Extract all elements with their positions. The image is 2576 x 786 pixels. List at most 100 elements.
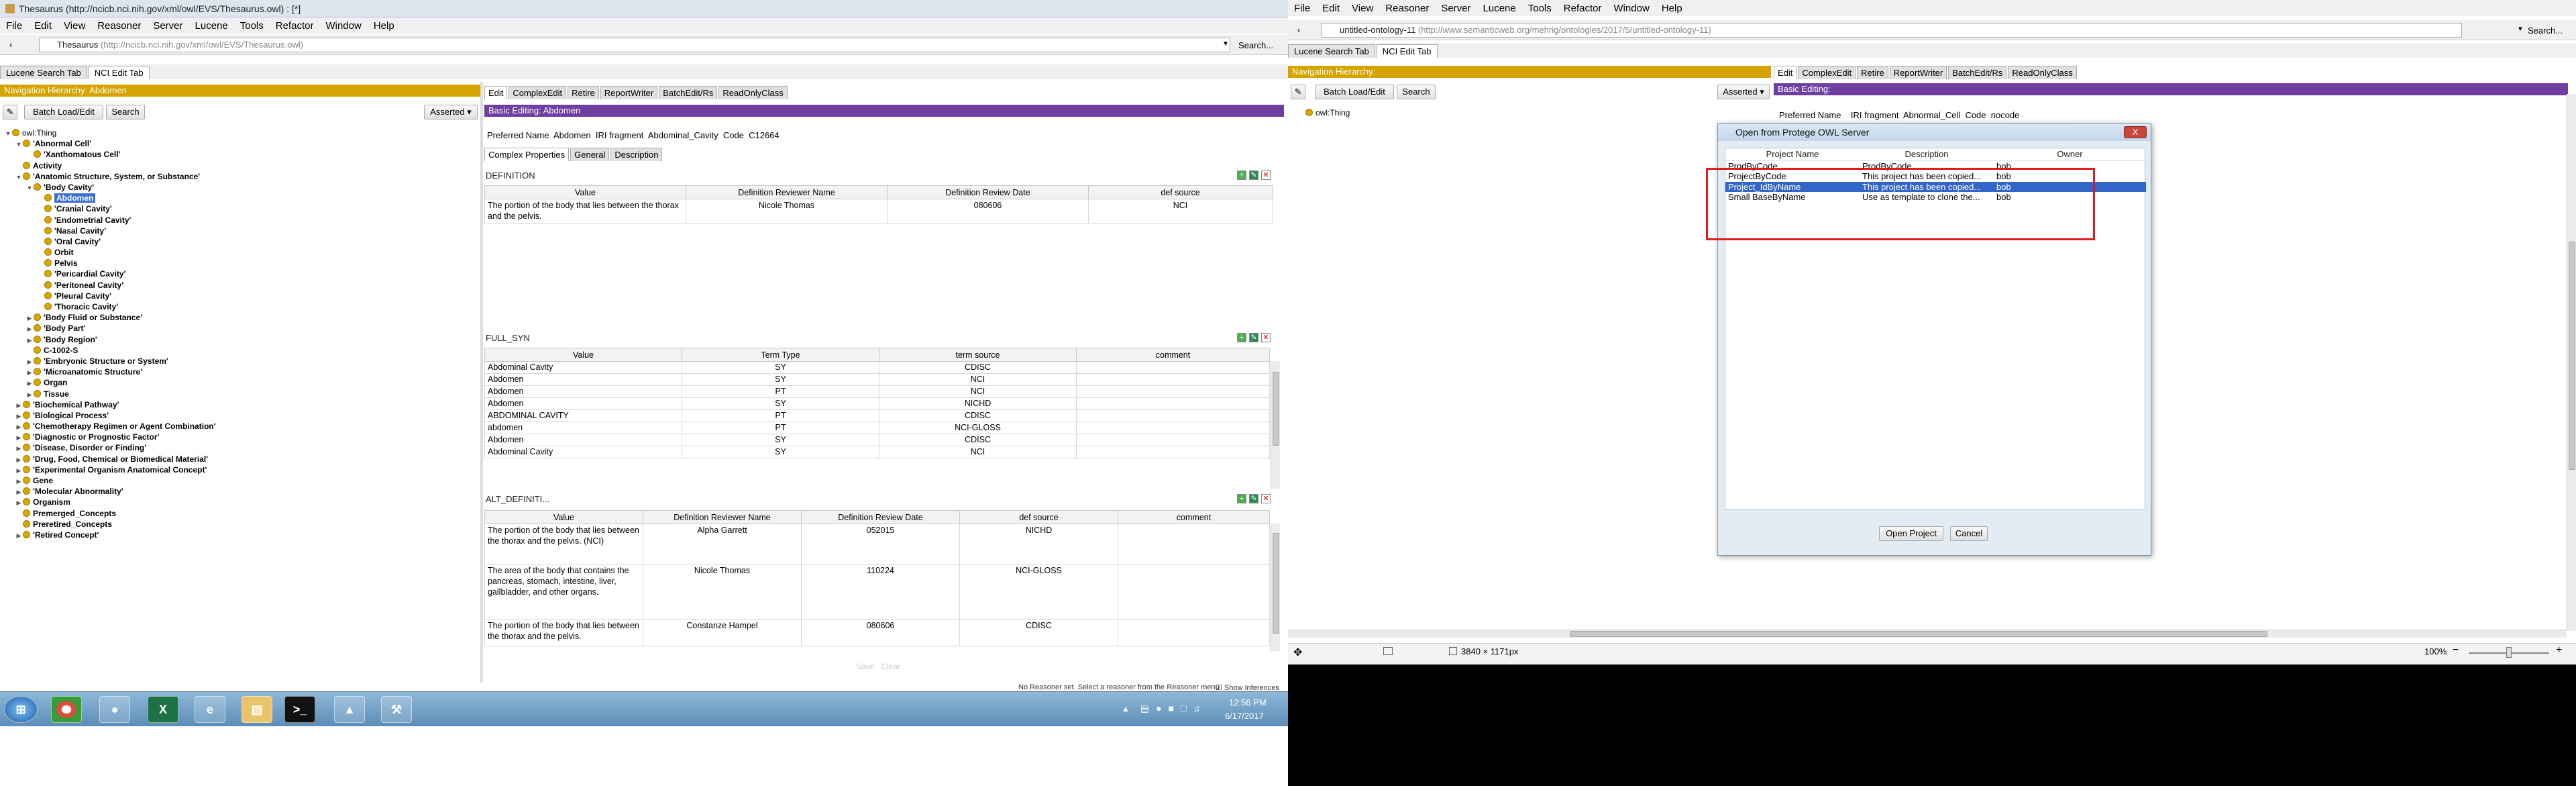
menu-tools[interactable]: Tools <box>1522 3 1558 14</box>
menu-refactor[interactable]: Refactor <box>270 20 320 32</box>
menu-help[interactable]: Help <box>368 20 400 32</box>
delete-icon[interactable]: ✕ <box>1261 494 1271 503</box>
menu-edit[interactable]: Edit <box>28 20 58 32</box>
tree-node-label[interactable]: 'Endometrial Cavity' <box>54 215 131 225</box>
expand-icon[interactable]: ▶ <box>15 432 23 443</box>
tree-node-owl-thing[interactable]: owl:Thing <box>1316 108 1350 117</box>
tree-node[interactable]: ▼ 'Body Cavity' <box>4 182 474 193</box>
tree-node-label[interactable]: 'Chemotherapy Regimen or Agent Combinati… <box>33 422 216 431</box>
tree-node-label[interactable]: 'Oral Cavity' <box>54 237 101 246</box>
edit-icon[interactable]: ✎ <box>1249 333 1258 342</box>
tab-complex-properties[interactable]: Complex Properties <box>484 148 570 161</box>
search-field[interactable]: Search... <box>2528 26 2563 36</box>
asserted-dropdown[interactable]: Asserted ▾ <box>424 105 478 119</box>
menu-edit[interactable]: Edit <box>1316 3 1346 14</box>
tree-node[interactable]: ▶ 'Chemotherapy Regimen or Agent Combinat… <box>4 421 474 432</box>
tab-retire[interactable]: Retire <box>568 86 599 99</box>
table-row[interactable]: Abdomen SY CDISC <box>484 434 1270 446</box>
cancel-button[interactable]: Cancel <box>1950 526 1988 541</box>
excel-icon[interactable]: X <box>148 696 178 723</box>
ontology-address-field[interactable]: Thesaurus (http://ncicb.nci.nih.gov/xml/… <box>39 38 1230 52</box>
tab-nci-edit[interactable]: NCI Edit Tab <box>88 66 150 79</box>
tree-node-label[interactable]: 'Biochemical Pathway' <box>33 400 119 409</box>
collapse-icon[interactable]: ▼ <box>4 128 12 139</box>
table-row[interactable]: abdomen PT NCI-GLOSS <box>484 422 1270 434</box>
menu-window[interactable]: Window <box>319 20 367 32</box>
tree-node[interactable]: ▶ 'Drug, Food, Chemical or Biomedical Mat… <box>4 454 474 464</box>
tree-node[interactable]: ▶ 'Molecular Abnormality' <box>4 486 474 497</box>
tab-reportwriter[interactable]: ReportWriter <box>600 86 658 99</box>
expand-icon[interactable]: ▶ <box>15 411 23 422</box>
add-icon[interactable]: + <box>1237 170 1246 180</box>
table-row[interactable]: The portion of the body that lies betwee… <box>484 619 1270 646</box>
tree-node-label[interactable]: Orbit <box>54 248 74 257</box>
tree-node[interactable]: ▼ 'Anatomic Structure, System, or Substan… <box>4 171 474 182</box>
tree-node-label[interactable]: Gene <box>33 476 53 485</box>
tree-node[interactable]: Orbit <box>4 247 474 258</box>
tree-node[interactable]: ▼ owl:Thing <box>4 128 474 138</box>
table-row[interactable]: Abdominal Cavity SY CDISC <box>484 361 1270 374</box>
add-icon[interactable]: + <box>1237 333 1246 342</box>
column-header[interactable]: comment <box>1118 510 1270 524</box>
tree-node-label[interactable]: 'Pleural Cavity' <box>54 291 111 301</box>
open-project-button[interactable]: Open Project <box>1879 526 1943 541</box>
tree-node-label[interactable]: 'Xanthomatous Cell' <box>44 150 120 159</box>
column-header[interactable]: Owner <box>1994 148 2146 161</box>
menu-file[interactable]: File <box>1288 3 1316 14</box>
table-row[interactable]: The area of the body that contains the p… <box>484 564 1270 620</box>
batch-load-edit-button[interactable]: Batch Load/Edit <box>1315 85 1394 99</box>
menu-lucene[interactable]: Lucene <box>1477 3 1522 14</box>
tree-node[interactable]: Premerged_Concepts <box>4 508 474 519</box>
tree-node-label[interactable]: 'Thoracic Cavity' <box>54 302 118 311</box>
tree-node[interactable]: ▶ 'Biochemical Pathway' <box>4 399 474 410</box>
expand-icon[interactable]: ▶ <box>15 422 23 432</box>
tree-node[interactable]: 'Thoracic Cavity' <box>4 301 474 312</box>
tab-batchedit-rs[interactable]: BatchEdit/Rs <box>1948 66 2007 79</box>
column-header[interactable]: term source <box>879 348 1077 362</box>
tab-description[interactable]: Description <box>610 148 663 161</box>
file-explorer-icon[interactable]: ▤ <box>241 696 272 723</box>
tree-node-label[interactable]: Tissue <box>44 389 69 399</box>
table-row[interactable]: Abdomen PT NCI <box>484 385 1270 398</box>
tab-reportwriter[interactable]: ReportWriter <box>1889 66 1947 79</box>
tree-node[interactable]: ▶ 'Body Fluid or Substance' <box>4 312 474 323</box>
delete-icon[interactable]: ✕ <box>1261 170 1271 180</box>
add-icon[interactable]: + <box>1237 494 1246 503</box>
tree-toolbar-icon[interactable]: ✎ <box>3 105 17 119</box>
tab-general[interactable]: General <box>570 148 610 161</box>
tree-node[interactable]: Preretired_Concepts <box>4 519 474 530</box>
ontology-address-field[interactable]: untitled-ontology-11 (http://www.semanti… <box>1322 23 2462 38</box>
delete-icon[interactable]: ✕ <box>1261 333 1271 342</box>
clock-date[interactable]: 6/17/2017 <box>1225 711 1264 721</box>
show-inferences-checkbox[interactable]: ☑ Show Inferences <box>1216 683 1279 691</box>
expand-icon[interactable]: ▶ <box>15 443 23 454</box>
tray-icons[interactable]: ▤●■□♫ <box>1140 703 1207 714</box>
tree-node-label[interactable]: owl:Thing <box>22 128 56 138</box>
menu-view[interactable]: View <box>58 20 91 32</box>
tree-node-label[interactable]: Abdomen <box>54 193 96 203</box>
tree-node-label[interactable]: Preretired_Concepts <box>33 520 112 529</box>
tree-node[interactable]: 'Oral Cavity' <box>4 236 474 247</box>
tree-node[interactable]: 'Nasal Cavity' <box>4 226 474 236</box>
tree-node-label[interactable]: Organ <box>44 378 67 387</box>
batch-load-edit-button[interactable]: Batch Load/Edit <box>24 105 103 119</box>
table-row[interactable]: Abdominal Cavity SY NCI <box>484 446 1270 458</box>
tree-node-label[interactable]: 'Peritoneal Cavity' <box>54 281 123 290</box>
tree-node[interactable]: ▶ 'Biological Process' <box>4 410 474 421</box>
menu-refactor[interactable]: Refactor <box>1558 3 1608 14</box>
remote-desktop-icon[interactable]: ● <box>99 696 130 723</box>
tab-lucene-search[interactable]: Lucene Search Tab <box>0 66 87 79</box>
tree-node-label[interactable]: Premerged_Concepts <box>33 509 116 518</box>
tab-nci-edit[interactable]: NCI Edit Tab <box>1376 44 1438 58</box>
column-header[interactable]: Project Name <box>1725 148 1860 161</box>
right-editor-scrollbar[interactable] <box>2567 94 2576 631</box>
menu-window[interactable]: Window <box>1607 3 1655 14</box>
column-header[interactable]: Definition Reviewer Name <box>643 510 802 524</box>
tree-node-label[interactable]: 'Body Fluid or Substance' <box>44 313 142 322</box>
expand-icon[interactable]: ▶ <box>25 367 34 378</box>
full-syn-scrollbar[interactable] <box>1271 361 1280 489</box>
tree-node[interactable]: 'Xanthomatous Cell' <box>4 149 474 160</box>
edit-icon[interactable]: ✎ <box>1249 494 1258 503</box>
tree-node[interactable]: C-1002-S <box>4 345 474 356</box>
tree-node-label[interactable]: 'Body Cavity' <box>44 183 94 192</box>
